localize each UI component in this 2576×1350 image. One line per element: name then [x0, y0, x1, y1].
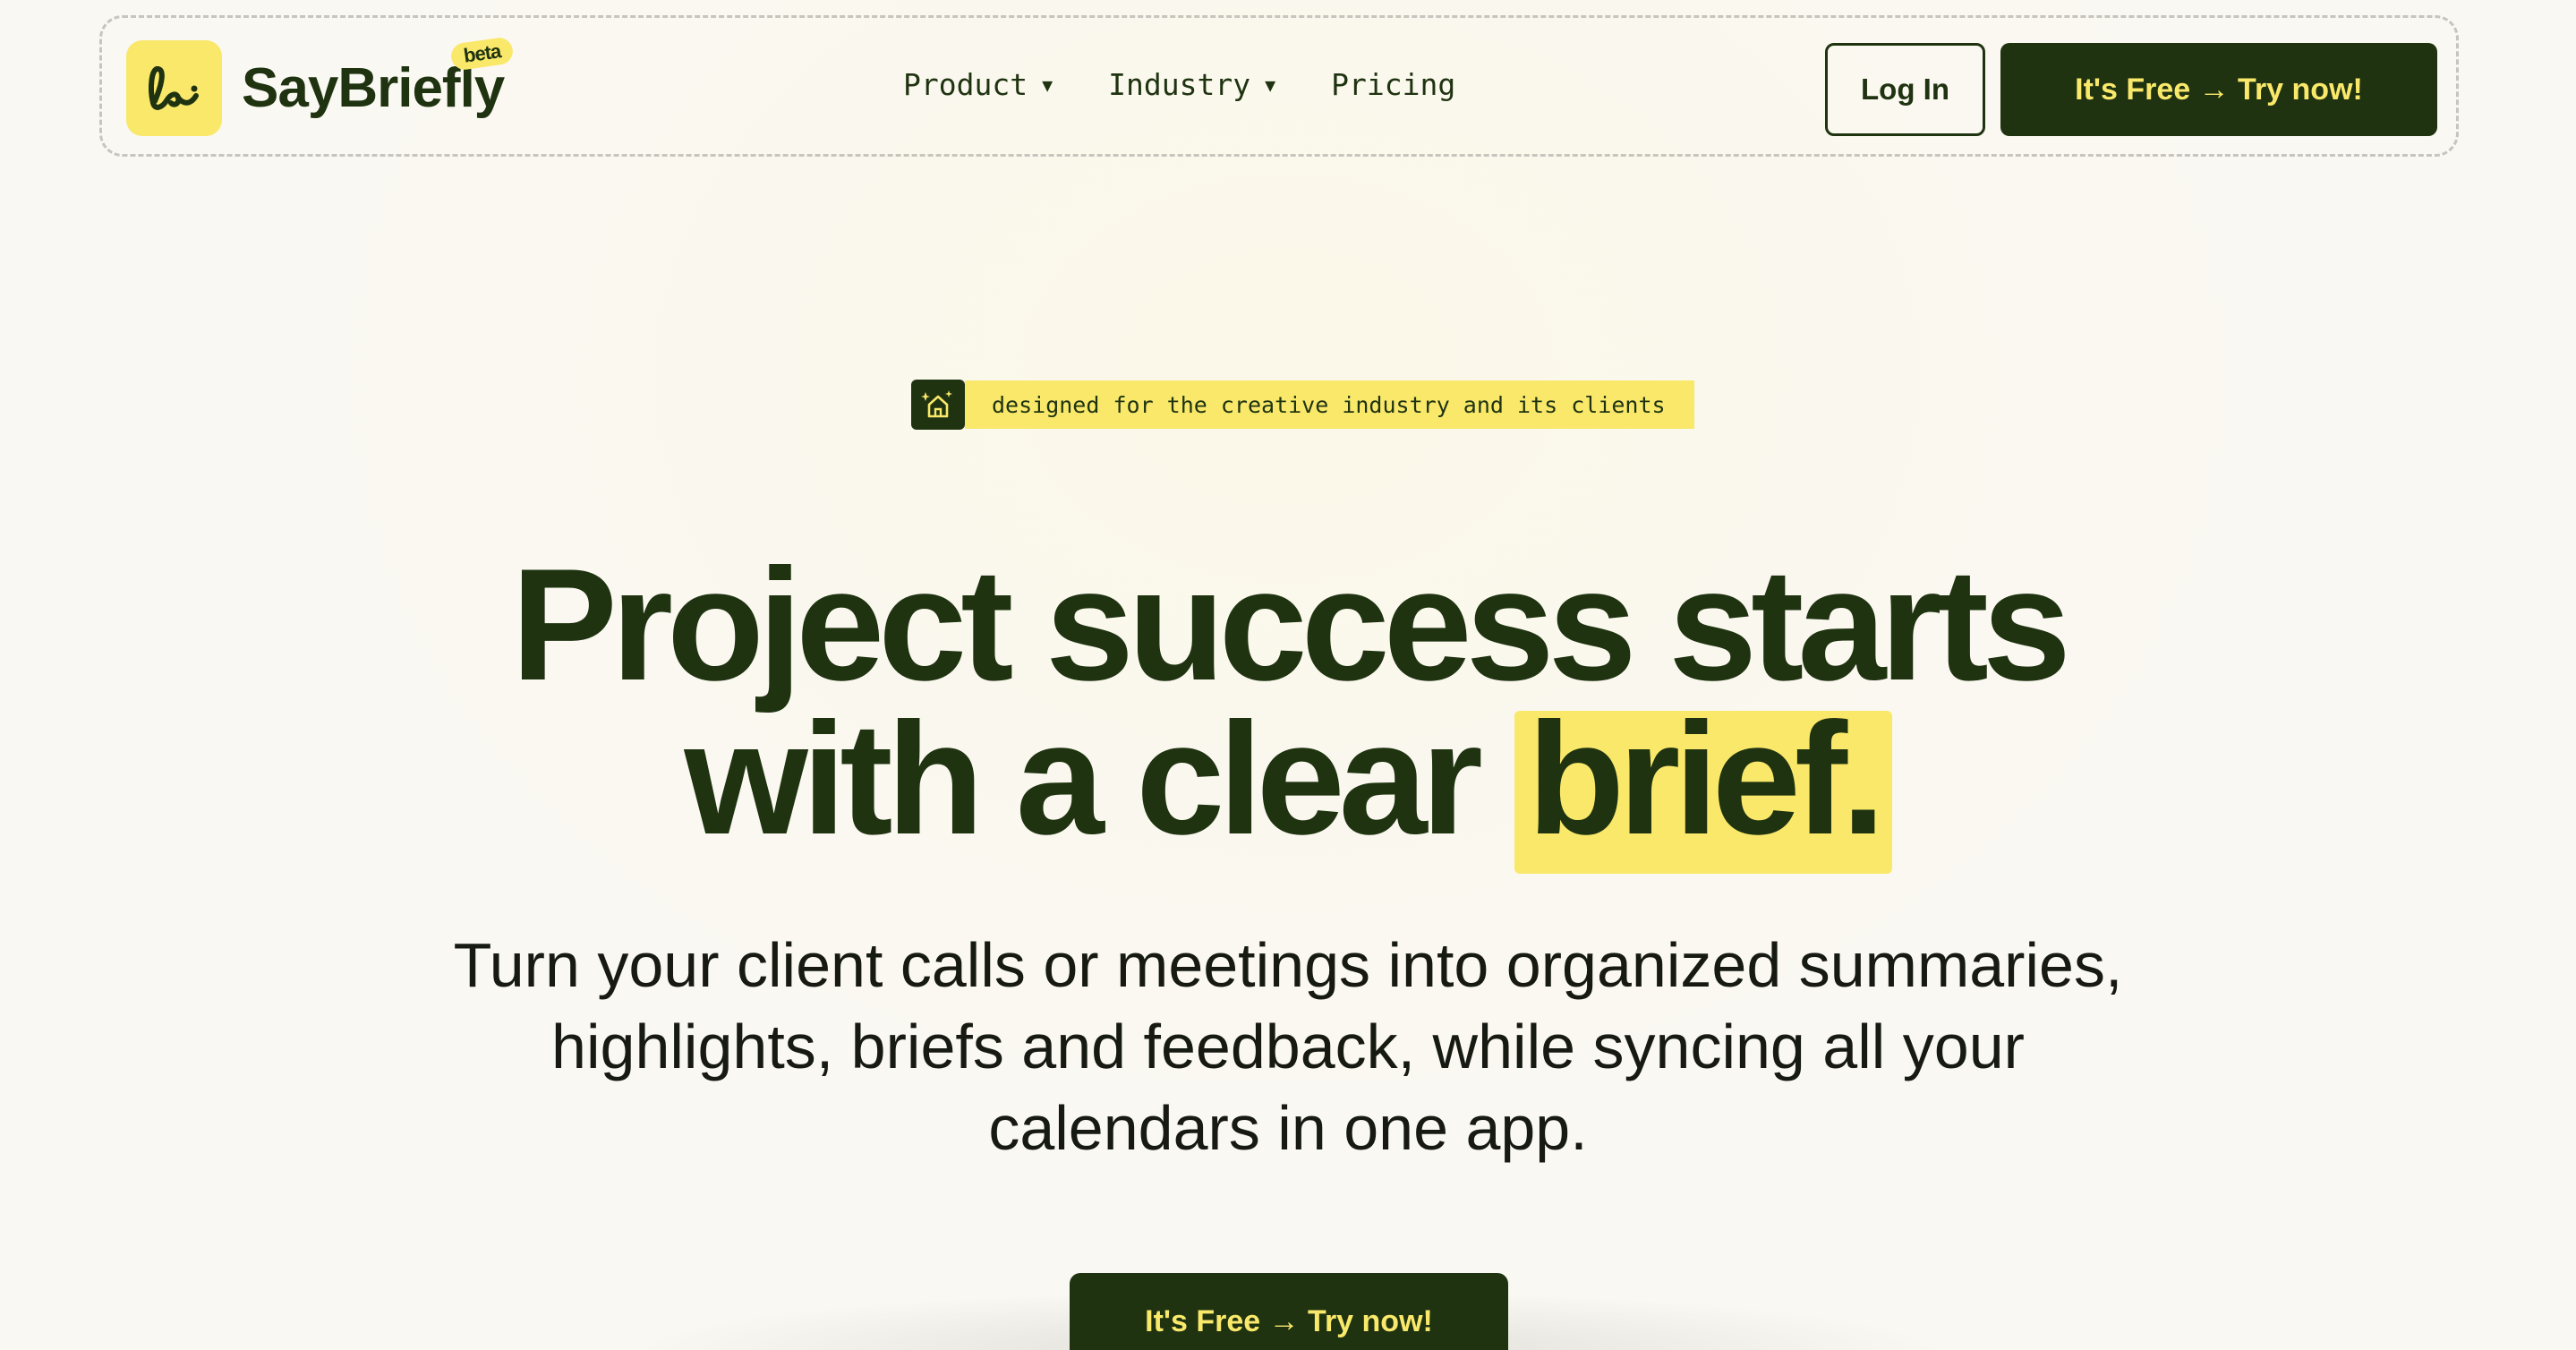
magic-house-sparkle-icon	[911, 380, 965, 430]
caret-down-icon: ▼	[1265, 73, 1276, 96]
headline-line-2: with a clear brief.	[0, 699, 2576, 874]
headline-highlight-word: brief.	[1514, 699, 1892, 874]
signature-b-icon	[126, 40, 222, 136]
audience-tag: designed for the creative industry and i…	[911, 380, 1694, 430]
nav-item-product[interactable]: Product ▼	[903, 67, 1053, 102]
headline-line-1: Project success starts	[511, 535, 2071, 713]
beta-badge: beta	[449, 36, 516, 72]
nav-item-label: Pricing	[1331, 67, 1456, 102]
login-button[interactable]: Log In	[1825, 43, 1985, 136]
main-menu: Product ▼ Industry ▼ Pricing	[903, 67, 1455, 102]
subtext-line: calendars in one app.	[988, 1093, 1588, 1163]
nav-item-pricing[interactable]: Pricing	[1331, 67, 1455, 102]
hero-subtext: Turn your client calls or meetings into …	[0, 925, 2576, 1169]
nav-item-label: Industry	[1108, 67, 1251, 102]
caret-down-icon: ▼	[1042, 73, 1053, 96]
audience-tag-text: designed for the creative industry and i…	[965, 380, 1694, 429]
nav-item-label: Product	[903, 67, 1028, 102]
nav-item-industry[interactable]: Industry ▼	[1108, 67, 1275, 102]
top-navbar: SayBriefly beta Product ▼ Industry ▼ Pri…	[99, 15, 2459, 157]
hero-cta-button[interactable]: It's Free → Try now!	[1070, 1273, 1508, 1350]
brand-logo[interactable]: SayBriefly beta	[126, 36, 516, 136]
landing-page: SayBriefly beta Product ▼ Industry ▼ Pri…	[0, 0, 2576, 1350]
try-now-button[interactable]: It's Free → Try now!	[2000, 43, 2437, 136]
subtext-line: Turn your client calls or meetings into …	[453, 930, 2123, 1000]
subtext-line: highlights, briefs and feedback, while s…	[551, 1012, 2025, 1081]
brand-name: SayBriefly beta	[242, 36, 516, 120]
headline-line-2-text: with a clear	[684, 689, 1515, 867]
hero-headline: Project success starts with a clear brie…	[0, 535, 2576, 874]
